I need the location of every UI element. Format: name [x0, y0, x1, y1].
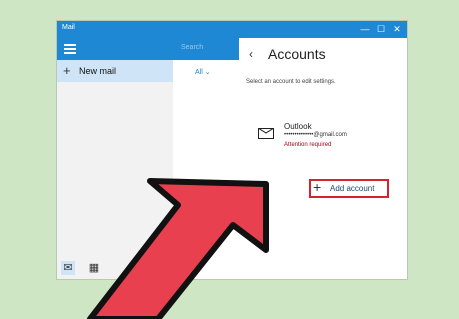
- pointer-arrow-graphic: [87, 178, 269, 319]
